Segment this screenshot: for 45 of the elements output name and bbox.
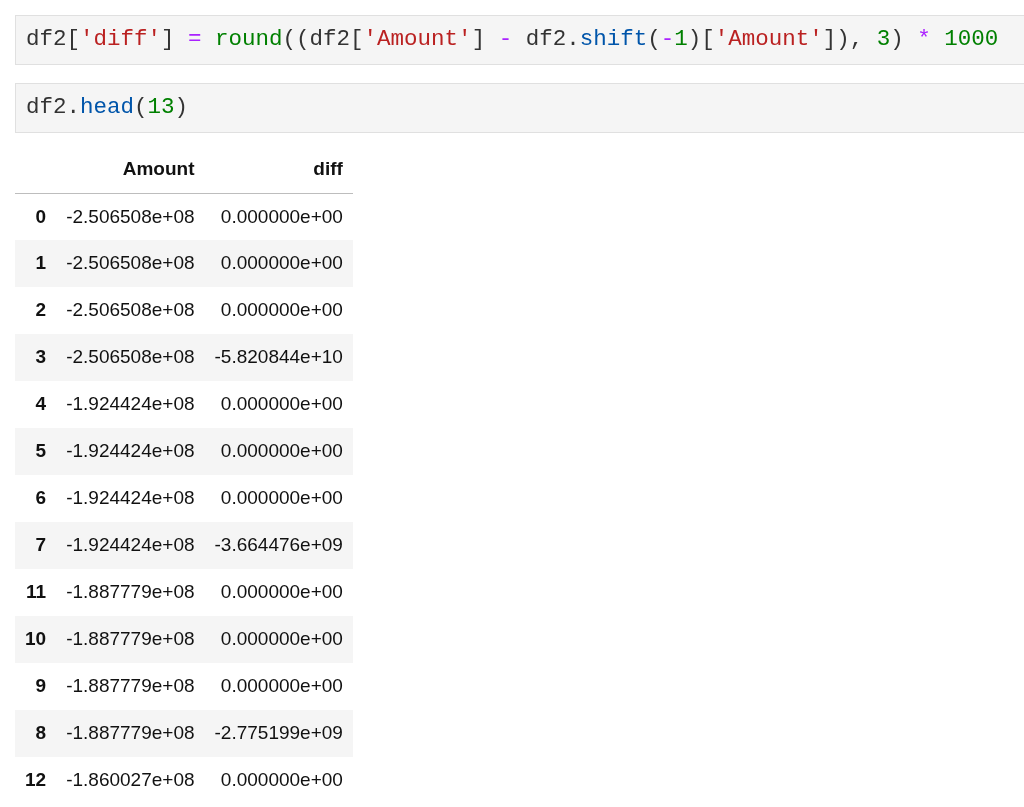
table-cell: -1.887779e+08 [56,710,205,757]
table-cell: -1.924424e+08 [56,475,205,522]
code-cell[interactable]: df2.head(13) [15,83,1024,133]
code-line: df2.head(13) [26,93,189,123]
table-cell: -1.887779e+08 [56,616,205,663]
table-cell: 0.000000e+00 [204,240,353,287]
code-line: df2['diff'] = round((df2['Amount'] - df2.shift(-1)['Amount']), 3) * 1000 [26,25,999,55]
row-index: 11 [15,569,57,616]
table-cell: 0.000000e+00 [204,381,353,428]
table-cell: -1.924424e+08 [56,428,205,475]
table-cell: -1.924424e+08 [56,381,205,428]
row-index: 5 [15,428,57,475]
table-cell: -1.924424e+08 [56,522,205,569]
table-cell: -2.506508e+08 [56,193,205,240]
row-index: 8 [15,710,57,757]
row-index: 9 [15,663,57,710]
row-index: 4 [15,381,57,428]
row-index: 3 [15,334,57,381]
table-cell: 0.000000e+00 [204,287,353,334]
table-cell: -1.887779e+08 [56,663,205,710]
table-cell: -2.506508e+08 [56,334,205,381]
table-cell: -1.860027e+08 [56,757,205,804]
row-index: 7 [15,522,57,569]
column-header: diff [204,146,353,193]
column-header: Amount [56,146,205,193]
table-cell: 0.000000e+00 [204,757,353,804]
table-cell: -3.664476e+09 [204,522,353,569]
table-cell: 0.000000e+00 [204,193,353,240]
row-index: 0 [15,193,57,240]
table-cell: 0.000000e+00 [204,663,353,710]
table-cell: 0.000000e+00 [204,569,353,616]
row-index: 10 [15,616,57,663]
row-index: 6 [15,475,57,522]
row-index: 2 [15,287,57,334]
table-cell: -2.775199e+09 [204,710,353,757]
table-cell: 0.000000e+00 [204,616,353,663]
table-cell: 0.000000e+00 [204,428,353,475]
table-cell: -2.506508e+08 [56,287,205,334]
table-cell: -5.820844e+10 [204,334,353,381]
row-index: 12 [15,757,57,804]
table-cell: 0.000000e+00 [204,475,353,522]
table-cell: -2.506508e+08 [56,240,205,287]
code-cell[interactable]: df2['diff'] = round((df2['Amount'] - df2.shift(-1)['Amount']), 3) * 1000 [15,15,1024,65]
row-index: 1 [15,240,57,287]
table-cell: -1.887779e+08 [56,569,205,616]
